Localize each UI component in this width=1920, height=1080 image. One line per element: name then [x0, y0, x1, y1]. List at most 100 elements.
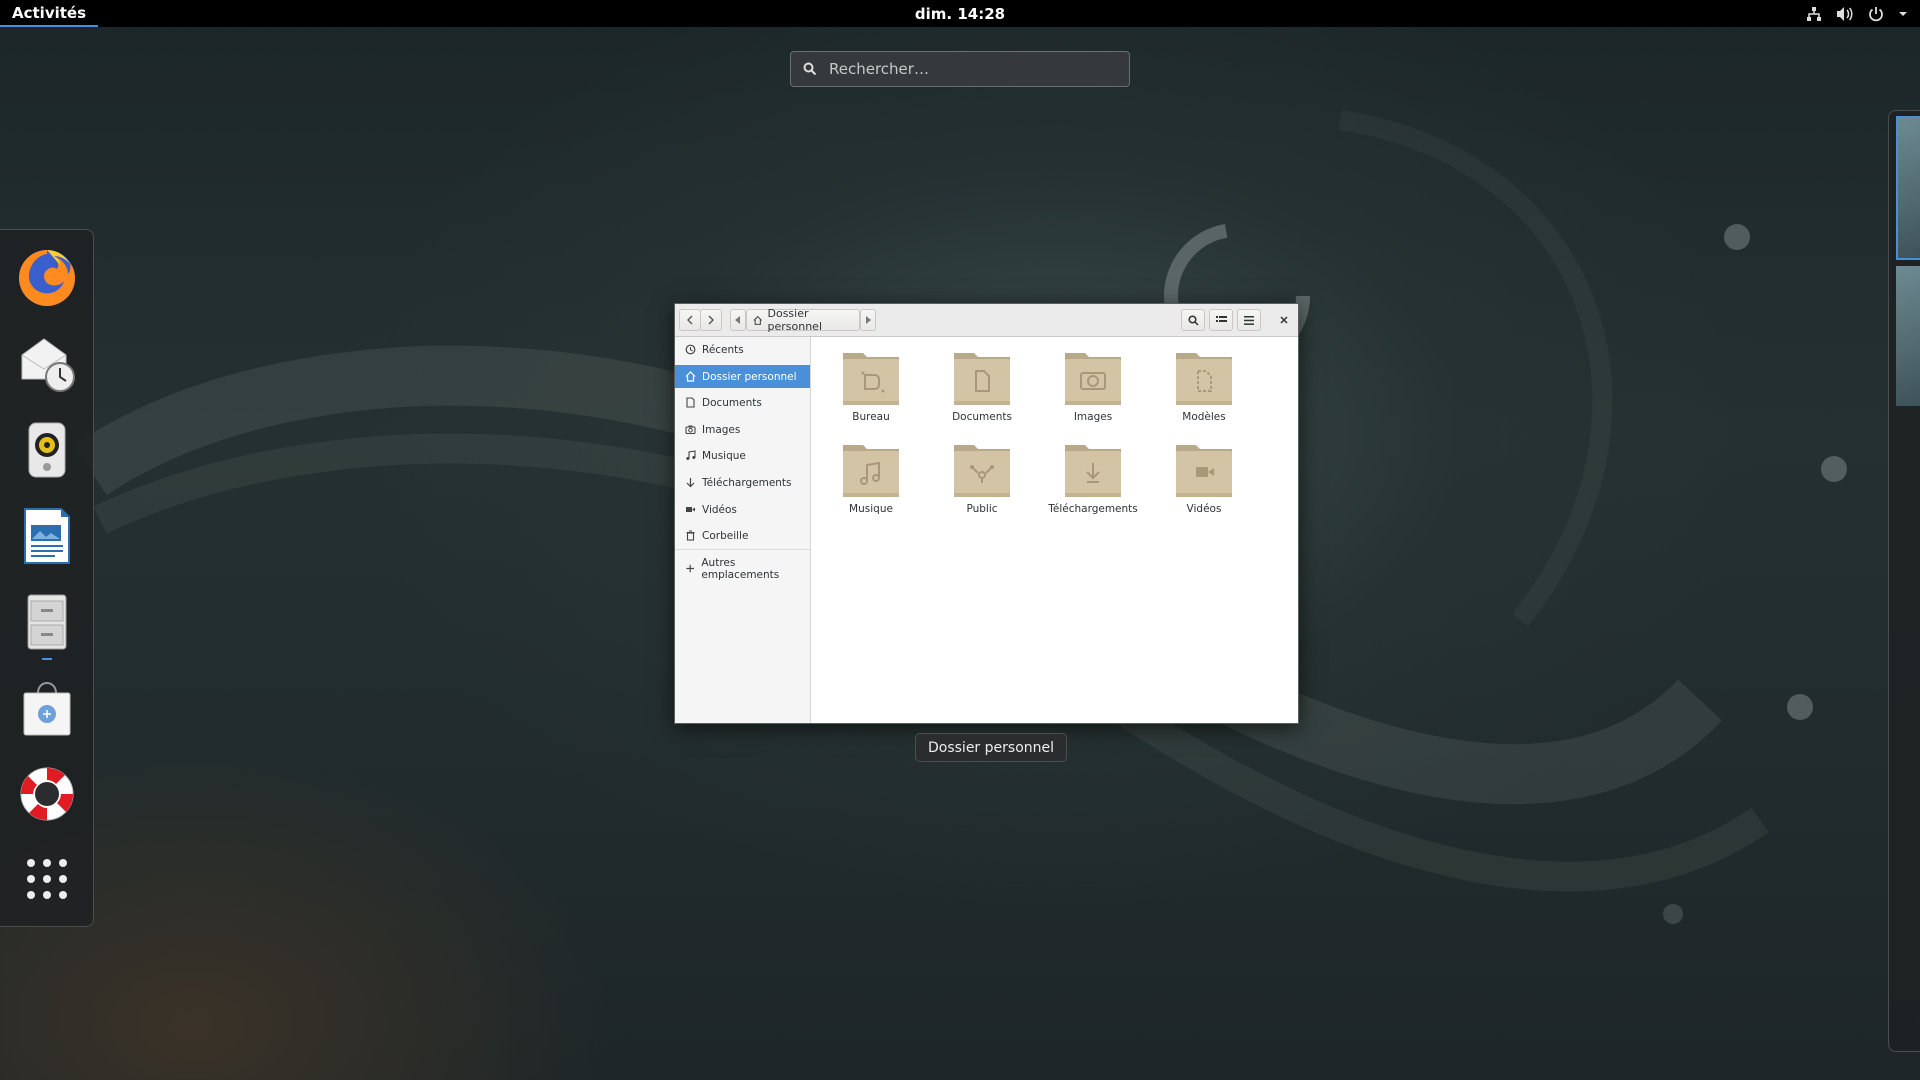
folder-item-documents[interactable]: Documents [932, 347, 1032, 431]
sidebar-item-label: Documents [702, 396, 762, 409]
close-icon [1280, 316, 1288, 324]
mail-clock-icon [21, 338, 75, 392]
sidebar-item-music[interactable]: Musique [675, 444, 810, 467]
folder-documents-icon [954, 353, 1010, 405]
clock-icon [685, 344, 696, 355]
folder-item-desktop[interactable]: Bureau [821, 347, 921, 431]
folder-item-music[interactable]: Musique [821, 439, 921, 523]
back-button[interactable] [679, 309, 701, 331]
sidebar-item-label: Autres emplacements [701, 556, 780, 581]
folder-music-icon [843, 445, 899, 497]
network-wired-icon [1807, 6, 1821, 21]
window-title-tooltip: Dossier personnel [915, 733, 1068, 762]
sidebar-item-videos[interactable]: Vidéos [675, 498, 810, 521]
sidebar-separator [675, 549, 810, 550]
folder-view[interactable]: Bureau Documents Images Modèles Musique … [811, 337, 1298, 723]
document-icon [686, 397, 695, 408]
places-sidebar: Récents Dossier personnel Documents Imag… [675, 337, 811, 723]
show-apps-button[interactable] [14, 846, 80, 912]
sidebar-item-images[interactable]: Images [675, 418, 810, 441]
files-window[interactable]: Dossier personnel Récents Dossier person… [674, 303, 1299, 724]
workspace-thumbnail-2[interactable] [1896, 266, 1920, 406]
path-bar-label: Dossier personnel [767, 307, 823, 333]
trash-icon [686, 530, 695, 541]
video-icon [686, 507, 695, 512]
dash-item-help[interactable] [14, 761, 80, 827]
search-button[interactable] [1181, 309, 1205, 331]
triangle-right-icon [866, 316, 871, 324]
path-bar-home-button[interactable]: Dossier personnel [746, 307, 860, 333]
dash-item-writer[interactable] [14, 503, 80, 569]
speaker-icon [28, 422, 66, 478]
menu-arrow-icon [1899, 11, 1907, 16]
workspace-switcher [1888, 110, 1920, 1052]
folder-item-downloads[interactable]: Téléchargements [1043, 439, 1143, 523]
folder-label: Bureau [852, 411, 890, 423]
sidebar-item-downloads[interactable]: Téléchargements [675, 471, 810, 494]
system-tray[interactable] [1806, 6, 1920, 22]
search-input[interactable] [827, 59, 1111, 79]
folder-label: Images [1073, 411, 1113, 423]
sidebar-item-label: Dossier personnel [702, 370, 797, 383]
header-bar: Dossier personnel [675, 304, 1298, 337]
dash-item-evolution[interactable] [14, 331, 80, 397]
folder-images-icon [1065, 353, 1121, 405]
shopping-bag-icon [23, 681, 71, 736]
plus-icon [686, 564, 694, 573]
folder-item-templates[interactable]: Modèles [1154, 347, 1254, 431]
sidebar-item-label: Récents [702, 343, 744, 356]
list-view-icon [1215, 316, 1227, 322]
close-button[interactable] [1273, 309, 1295, 331]
dash [0, 229, 94, 927]
app-grid-icon [27, 859, 67, 899]
dash-item-files[interactable] [14, 589, 80, 655]
folder-item-videos[interactable]: Vidéos [1154, 439, 1254, 523]
music-icon [686, 450, 696, 460]
power-icon [1869, 6, 1883, 21]
sidebar-item-label: Musique [702, 449, 746, 462]
view-list-button[interactable] [1209, 309, 1233, 331]
running-indicator [42, 658, 52, 660]
chevron-right-icon [708, 315, 714, 325]
camera-icon [685, 425, 696, 435]
folder-public-icon [954, 445, 1010, 497]
sidebar-item-other-locations[interactable]: Autres emplacements [675, 556, 810, 581]
path-scroll-left-button[interactable] [730, 309, 746, 331]
folder-downloads-icon [1065, 445, 1121, 497]
search-icon [1187, 314, 1199, 326]
folder-item-public[interactable]: Public [932, 439, 1032, 523]
sidebar-item-documents[interactable]: Documents [675, 391, 810, 414]
folder-templates-icon [1176, 353, 1232, 405]
sidebar-item-label: Téléchargements [702, 476, 792, 489]
search-icon [803, 62, 817, 76]
sidebar-item-label: Corbeille [702, 529, 749, 542]
sidebar-item-recents[interactable]: Récents [675, 338, 810, 361]
lifebuoy-icon [20, 767, 74, 821]
folder-videos-icon [1176, 445, 1232, 497]
search-box[interactable] [790, 51, 1130, 87]
folder-label: Modèles [1182, 411, 1226, 423]
folder-desktop-icon [843, 353, 899, 405]
clock[interactable]: dim. 14:28 [915, 5, 1005, 23]
folder-label: Téléchargements [1048, 503, 1138, 515]
sidebar-item-home[interactable]: Dossier personnel [675, 365, 810, 388]
dash-item-firefox[interactable] [14, 245, 80, 311]
workspace-thumbnail-1[interactable] [1896, 116, 1920, 260]
forward-button[interactable] [700, 309, 722, 331]
folder-label: Vidéos [1186, 503, 1222, 515]
volume-icon [1837, 6, 1853, 21]
dash-item-software[interactable] [14, 675, 80, 741]
document-writer-icon [24, 508, 70, 564]
folder-label: Documents [952, 411, 1012, 423]
home-icon [753, 315, 763, 325]
sidebar-item-label: Images [702, 423, 741, 436]
menu-button[interactable] [1237, 309, 1261, 331]
activities-button[interactable]: Activités [0, 0, 99, 27]
home-icon [685, 371, 696, 382]
triangle-left-icon [735, 316, 740, 324]
sidebar-item-trash[interactable]: Corbeille [675, 524, 810, 547]
path-scroll-right-button[interactable] [860, 309, 876, 331]
folder-item-images[interactable]: Images [1043, 347, 1143, 431]
file-cabinet-icon [27, 594, 67, 650]
dash-item-rhythmbox[interactable] [14, 417, 80, 483]
